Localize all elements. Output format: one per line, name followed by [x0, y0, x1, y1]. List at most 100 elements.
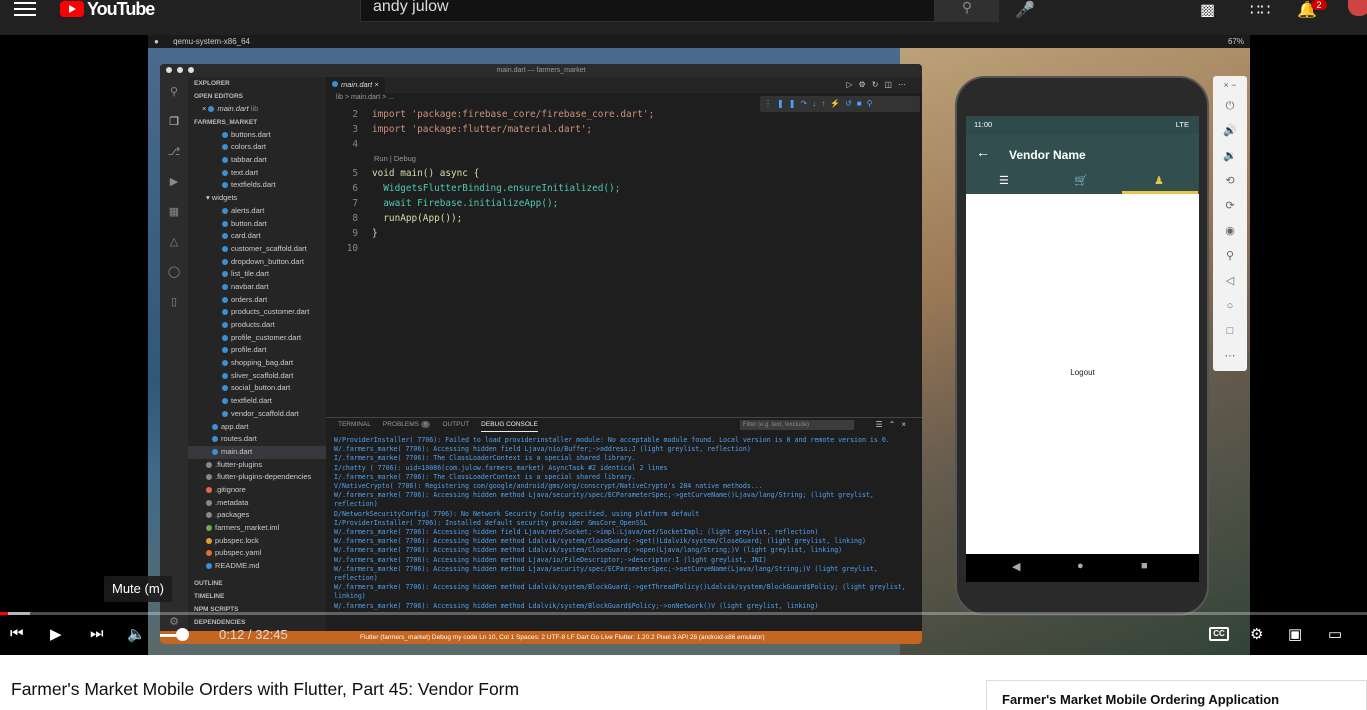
file-item[interactable]: colors.dart	[188, 141, 326, 154]
volume-knob[interactable]	[176, 628, 189, 641]
file-item[interactable]: navbar.dart	[188, 281, 326, 294]
tab-debug-console[interactable]: DEBUG CONSOLE	[481, 418, 538, 432]
settings-gear-icon[interactable]: ⚙	[1250, 625, 1263, 643]
play-icon[interactable]: ▶	[50, 625, 62, 643]
home-icon[interactable]: ○	[1213, 294, 1247, 319]
code-area[interactable]: 2 import 'package:firebase_core/firebase_…	[326, 103, 922, 256]
file-item[interactable]: .flutter-plugins	[188, 459, 326, 472]
list-tab-icon[interactable]: ☰	[999, 174, 1009, 187]
file-item[interactable]: README.md	[188, 560, 326, 573]
file-item[interactable]: .gitignore	[188, 484, 326, 497]
search-button[interactable]: ⚲	[935, 0, 999, 22]
miniplayer-icon[interactable]: ▣	[1288, 625, 1302, 643]
file-item[interactable]: button.dart	[188, 218, 326, 231]
android-home-icon[interactable]: ●	[1077, 560, 1084, 572]
file-item[interactable]: main.dart	[188, 445, 326, 459]
volume-icon[interactable]: 🔈	[127, 625, 146, 643]
search-input[interactable]: andy julow	[360, 0, 935, 22]
microphone-icon[interactable]: 🎤	[1015, 0, 1035, 20]
file-item[interactable]: app.dart	[188, 421, 326, 434]
tab-main-dart[interactable]: main.dart ×	[326, 77, 385, 93]
open-editor-item[interactable]: × main.dart lib	[188, 103, 326, 116]
run-debug-icon[interactable]: ▶	[160, 167, 188, 197]
outline-heading[interactable]: OUTLINE	[188, 577, 326, 590]
remote-icon[interactable]: ◯	[160, 257, 188, 287]
file-item[interactable]: pubspec.yaml	[188, 547, 326, 560]
overview-icon[interactable]: □	[1213, 319, 1247, 344]
file-item[interactable]: tabbar.dart	[188, 154, 326, 167]
file-item[interactable]: textfield.dart	[188, 395, 326, 408]
file-item[interactable]: orders.dart	[188, 294, 326, 307]
file-item[interactable]: list_tile.dart	[188, 268, 326, 281]
close-window-dot[interactable]	[166, 67, 172, 73]
explorer-icon[interactable]: ❐	[160, 107, 188, 137]
panel-actions[interactable]: ☰⌃×	[875, 418, 912, 432]
file-item[interactable]: pubspec.lock	[188, 535, 326, 548]
project-heading[interactable]: FARMERS_MARKET	[188, 116, 326, 129]
file-item[interactable]: products_customer.dart	[188, 306, 326, 319]
person-tab-icon[interactable]: ♟	[1154, 174, 1164, 187]
android-recents-icon[interactable]: ■	[1141, 560, 1148, 572]
file-item[interactable]: profile_customer.dart	[188, 332, 326, 345]
file-item[interactable]: .packages	[188, 509, 326, 522]
open-editors-heading[interactable]: OPEN EDITORS	[188, 90, 326, 103]
editor-actions[interactable]: ▷⚙↻◫⋯	[846, 77, 912, 93]
captions-button[interactable]: CC	[1209, 627, 1229, 641]
theater-mode-icon[interactable]: ▭	[1328, 625, 1342, 643]
file-item[interactable]: shopping_bag.dart	[188, 357, 326, 370]
rotate-left-icon[interactable]: ⟲	[1213, 169, 1247, 194]
file-item[interactable]: buttons.dart	[188, 129, 326, 142]
youtube-logo[interactable]: YouTube	[60, 0, 155, 19]
file-item[interactable]: social_button.dart	[188, 382, 326, 395]
more-icon[interactable]: ⋯	[1213, 344, 1247, 369]
create-video-icon[interactable]: ▩	[1200, 0, 1215, 20]
logout-button[interactable]: Logout	[966, 368, 1199, 377]
file-item[interactable]: .flutter-plugins-dependencies	[188, 471, 326, 484]
source-control-icon[interactable]: ⎇	[160, 137, 188, 167]
next-icon[interactable]: ⏭	[90, 625, 104, 642]
emulator-close-icon[interactable]: × −	[1213, 76, 1247, 94]
file-item[interactable]: card.dart	[188, 230, 326, 243]
timeline-heading[interactable]: TIMELINE	[188, 590, 326, 603]
tab-problems[interactable]: PROBLEMS 6	[383, 418, 431, 432]
minimize-window-dot[interactable]	[177, 67, 183, 73]
account-avatar[interactable]	[1348, 0, 1367, 16]
back-icon[interactable]: ◁	[1213, 269, 1247, 294]
file-item[interactable]: products.dart	[188, 319, 326, 332]
volume-down-icon[interactable]: 🔉	[1213, 144, 1247, 169]
apps-grid-icon[interactable]: ∷∷	[1250, 0, 1270, 20]
file-item[interactable]: vendor_scaffold.dart	[188, 408, 326, 421]
file-item[interactable]: dropdown_button.dart	[188, 256, 326, 269]
file-item[interactable]: .metadata	[188, 497, 326, 510]
android-back-icon[interactable]: ◀	[1012, 560, 1020, 573]
zoom-window-dot[interactable]	[188, 67, 194, 73]
widgets-folder[interactable]: ▾ widgets	[188, 192, 326, 205]
tab-terminal[interactable]: TERMINAL	[338, 418, 371, 432]
file-item[interactable]: farmers_market.iml	[188, 522, 326, 535]
file-item[interactable]: customer_scaffold.dart	[188, 243, 326, 256]
zoom-icon[interactable]: ⚲	[1213, 244, 1247, 269]
extensions-icon[interactable]: ▦	[160, 197, 188, 227]
volume-up-icon[interactable]: 🔊	[1213, 119, 1247, 144]
back-arrow-icon[interactable]: ←	[976, 144, 990, 160]
previous-icon[interactable]: ⏮	[10, 625, 24, 642]
file-item[interactable]: profile.dart	[188, 344, 326, 357]
codelens-run-debug[interactable]: Run | Debug	[326, 152, 922, 166]
rotate-right-icon[interactable]: ⟳	[1213, 194, 1247, 219]
file-item[interactable]: routes.dart	[188, 433, 326, 446]
camera-icon[interactable]: ◉	[1213, 219, 1247, 244]
cart-tab-icon[interactable]: 🛒	[1074, 174, 1088, 187]
file-item[interactable]: alerts.dart	[188, 205, 326, 218]
code-editor[interactable]: main.dart × ▷⚙↻◫⋯ lib > main.dart > ... …	[326, 77, 922, 417]
file-item[interactable]: text.dart	[188, 167, 326, 180]
file-item[interactable]: sliver_scaffold.dart	[188, 370, 326, 383]
menu-icon[interactable]	[14, 2, 36, 16]
emulator-screen[interactable]: 11:00 LTE ← Vendor Name ☰ 🛒 ♟ Logout	[966, 116, 1199, 554]
file-item[interactable]: textfields.dart	[188, 179, 326, 192]
console-filter-input[interactable]: Filter (e.g. text, !exclude)	[740, 420, 854, 430]
book-icon[interactable]: ▯	[160, 287, 188, 317]
search-icon[interactable]: ⚲	[160, 77, 188, 107]
testing-icon[interactable]: △	[160, 227, 188, 257]
tab-output[interactable]: OUTPUT	[442, 418, 469, 432]
power-icon[interactable]: ⏻	[1213, 94, 1247, 119]
